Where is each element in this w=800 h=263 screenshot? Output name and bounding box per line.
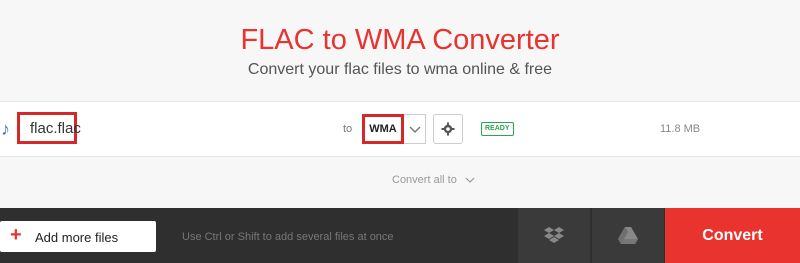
status-badge: READY	[481, 122, 514, 136]
format-dropdown-button[interactable]	[404, 114, 426, 144]
bottom-bar: + Add more files Use Ctrl or Shift to ad…	[0, 208, 800, 263]
gear-icon	[441, 122, 455, 136]
google-drive-button[interactable]	[592, 208, 664, 263]
format-select[interactable]: WMA	[362, 114, 404, 144]
dropbox-icon	[544, 227, 564, 243]
page-subtitle: Convert your flac files to wma online & …	[247, 61, 553, 78]
chevron-down-icon	[465, 177, 475, 183]
chevron-down-icon	[409, 126, 421, 133]
music-note-icon: ♪	[1, 119, 10, 139]
plus-icon: +	[10, 224, 22, 246]
filename-highlight: flac.flac	[17, 112, 81, 144]
settings-button[interactable]	[433, 114, 463, 144]
dropbox-button[interactable]	[518, 208, 590, 263]
header: FLAC to WMA Converter Convert your flac …	[0, 0, 800, 100]
google-drive-icon	[618, 227, 638, 244]
convert-button[interactable]: Convert	[665, 208, 800, 263]
convert-all-dropdown[interactable]: Convert all to	[392, 174, 475, 186]
format-value: WMA	[369, 123, 397, 135]
page-title: FLAC to WMA Converter	[240, 24, 560, 56]
add-more-files-button[interactable]: + Add more files	[0, 221, 156, 252]
file-name: flac.flac	[30, 120, 81, 137]
convert-all-label: Convert all to	[392, 174, 457, 186]
file-size: 11.8 MB	[660, 123, 701, 135]
multi-select-hint: Use Ctrl or Shift to add several files a…	[182, 231, 394, 243]
to-label: to	[343, 123, 353, 135]
add-more-files-label: Add more files	[35, 230, 119, 245]
file-row: ♪ flac.flac to WMA READY 11.8 MB	[0, 101, 800, 157]
